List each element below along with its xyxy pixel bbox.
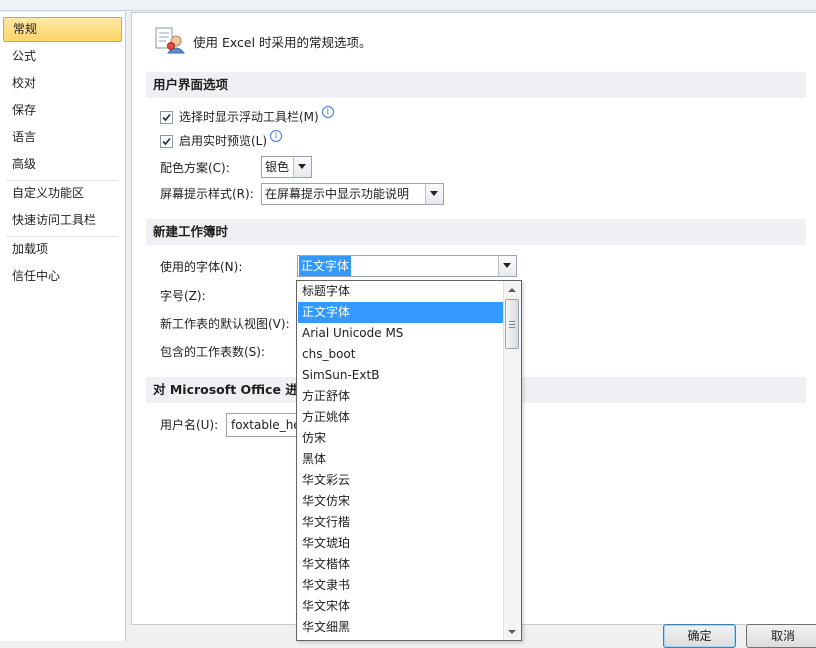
font-option[interactable]: 华文细黑	[298, 617, 506, 638]
scrollbar-thumb[interactable]	[505, 299, 519, 349]
font-option[interactable]: 华文琥珀	[298, 533, 506, 554]
font-option[interactable]: 华文仿宋	[298, 491, 506, 512]
nav-item-proofing[interactable]: 校对	[3, 71, 122, 96]
nav-item-advanced[interactable]: 高级	[3, 152, 122, 177]
nav-item-trust-center[interactable]: 信任中心	[3, 264, 122, 289]
font-option[interactable]: 方正姚体	[298, 407, 506, 428]
nav-item-save[interactable]: 保存	[3, 98, 122, 123]
checkmark-icon	[162, 113, 171, 122]
header-description: 使用 Excel 时采用的常规选项。	[193, 35, 372, 50]
font-option[interactable]: 华文隶书	[298, 575, 506, 596]
nav-item-quick-access-toolbar[interactable]: 快速访问工具栏	[3, 208, 122, 233]
show-mini-toolbar-option[interactable]: 选择时显示浮动工具栏(M) i	[160, 106, 334, 128]
dropdown-arrow-icon[interactable]	[498, 256, 516, 276]
window-top-strip	[0, 0, 816, 11]
options-nav: 常规 公式 校对 保存 语言 高级 自定义功能区 快速访问工具栏 加载项 信任中…	[0, 12, 126, 641]
font-option[interactable]: 仿宋	[298, 428, 506, 449]
screentip-style-value: 在屏幕提示中显示功能说明	[265, 187, 410, 201]
font-size-label: 字号(Z):	[160, 289, 206, 303]
default-font-value: 正文字体	[299, 256, 352, 276]
default-font-select[interactable]: 正文字体	[297, 255, 517, 277]
show-mini-toolbar-checkbox[interactable]	[160, 111, 173, 124]
nav-item-formulas[interactable]: 公式	[3, 44, 122, 69]
info-icon: i	[321, 106, 334, 118]
screentip-style-label: 屏幕提示样式(R):	[160, 187, 254, 201]
info-icon: i	[270, 130, 283, 142]
live-preview-checkbox[interactable]	[160, 135, 173, 148]
color-scheme-label: 配色方案(C):	[160, 161, 230, 175]
default-font-label: 使用的字体(N):	[160, 260, 243, 274]
font-option[interactable]: 华文彩云	[298, 470, 506, 491]
section-new-workbook: 新建工作簿时	[146, 219, 806, 245]
username-input[interactable]: foxtable_hel	[226, 413, 306, 437]
scroll-up-icon[interactable]	[504, 282, 520, 298]
nav-item-customize-ribbon[interactable]: 自定义功能区	[3, 181, 122, 206]
font-option[interactable]: 标题字体	[298, 281, 506, 302]
color-scheme-select[interactable]: 银色	[261, 156, 312, 178]
font-option[interactable]: 华文行楷	[298, 512, 506, 533]
font-option-selected[interactable]: 正文字体	[298, 302, 506, 323]
nav-item-add-ins[interactable]: 加载项	[3, 237, 122, 262]
username-value: foxtable_hel	[231, 418, 305, 432]
show-mini-toolbar-label: 选择时显示浮动工具栏(M)	[179, 110, 319, 124]
font-option[interactable]: 黑体	[298, 449, 506, 470]
font-dropdown-list[interactable]: 标题字体 正文字体 Arial Unicode MS chs_boot SimS…	[296, 280, 522, 641]
scroll-down-icon[interactable]	[504, 624, 520, 640]
sheet-count-label: 包含的工作表数(S):	[160, 345, 266, 359]
font-option[interactable]: Arial Unicode MS	[298, 323, 506, 344]
nav-item-language[interactable]: 语言	[3, 125, 122, 150]
username-label: 用户名(U):	[160, 418, 219, 432]
dropdown-arrow-icon[interactable]	[425, 184, 443, 204]
nav-item-general[interactable]: 常规	[3, 17, 122, 42]
screentip-style-select[interactable]: 在屏幕提示中显示功能说明	[261, 183, 444, 205]
default-view-label: 新工作表的默认视图(V):	[160, 317, 290, 331]
cancel-button[interactable]: 取消	[746, 624, 816, 648]
font-option[interactable]: 方正舒体	[298, 386, 506, 407]
checkmark-icon	[162, 137, 171, 146]
options-general-icon	[154, 26, 186, 54]
live-preview-label: 启用实时预览(L)	[179, 134, 268, 148]
font-option[interactable]: chs_boot	[298, 344, 506, 365]
live-preview-option[interactable]: 启用实时预览(L) i	[160, 130, 283, 152]
font-option[interactable]: 华文楷体	[298, 554, 506, 575]
section-ui-options: 用户界面选项	[146, 72, 806, 98]
font-option[interactable]: 华文宋体	[298, 596, 506, 617]
ok-button[interactable]: 确定	[663, 624, 736, 648]
dropdown-arrow-icon[interactable]	[293, 157, 311, 177]
font-option[interactable]: SimSun-ExtB	[298, 365, 506, 386]
color-scheme-value: 银色	[265, 160, 290, 174]
dropdown-scrollbar[interactable]	[503, 281, 521, 640]
